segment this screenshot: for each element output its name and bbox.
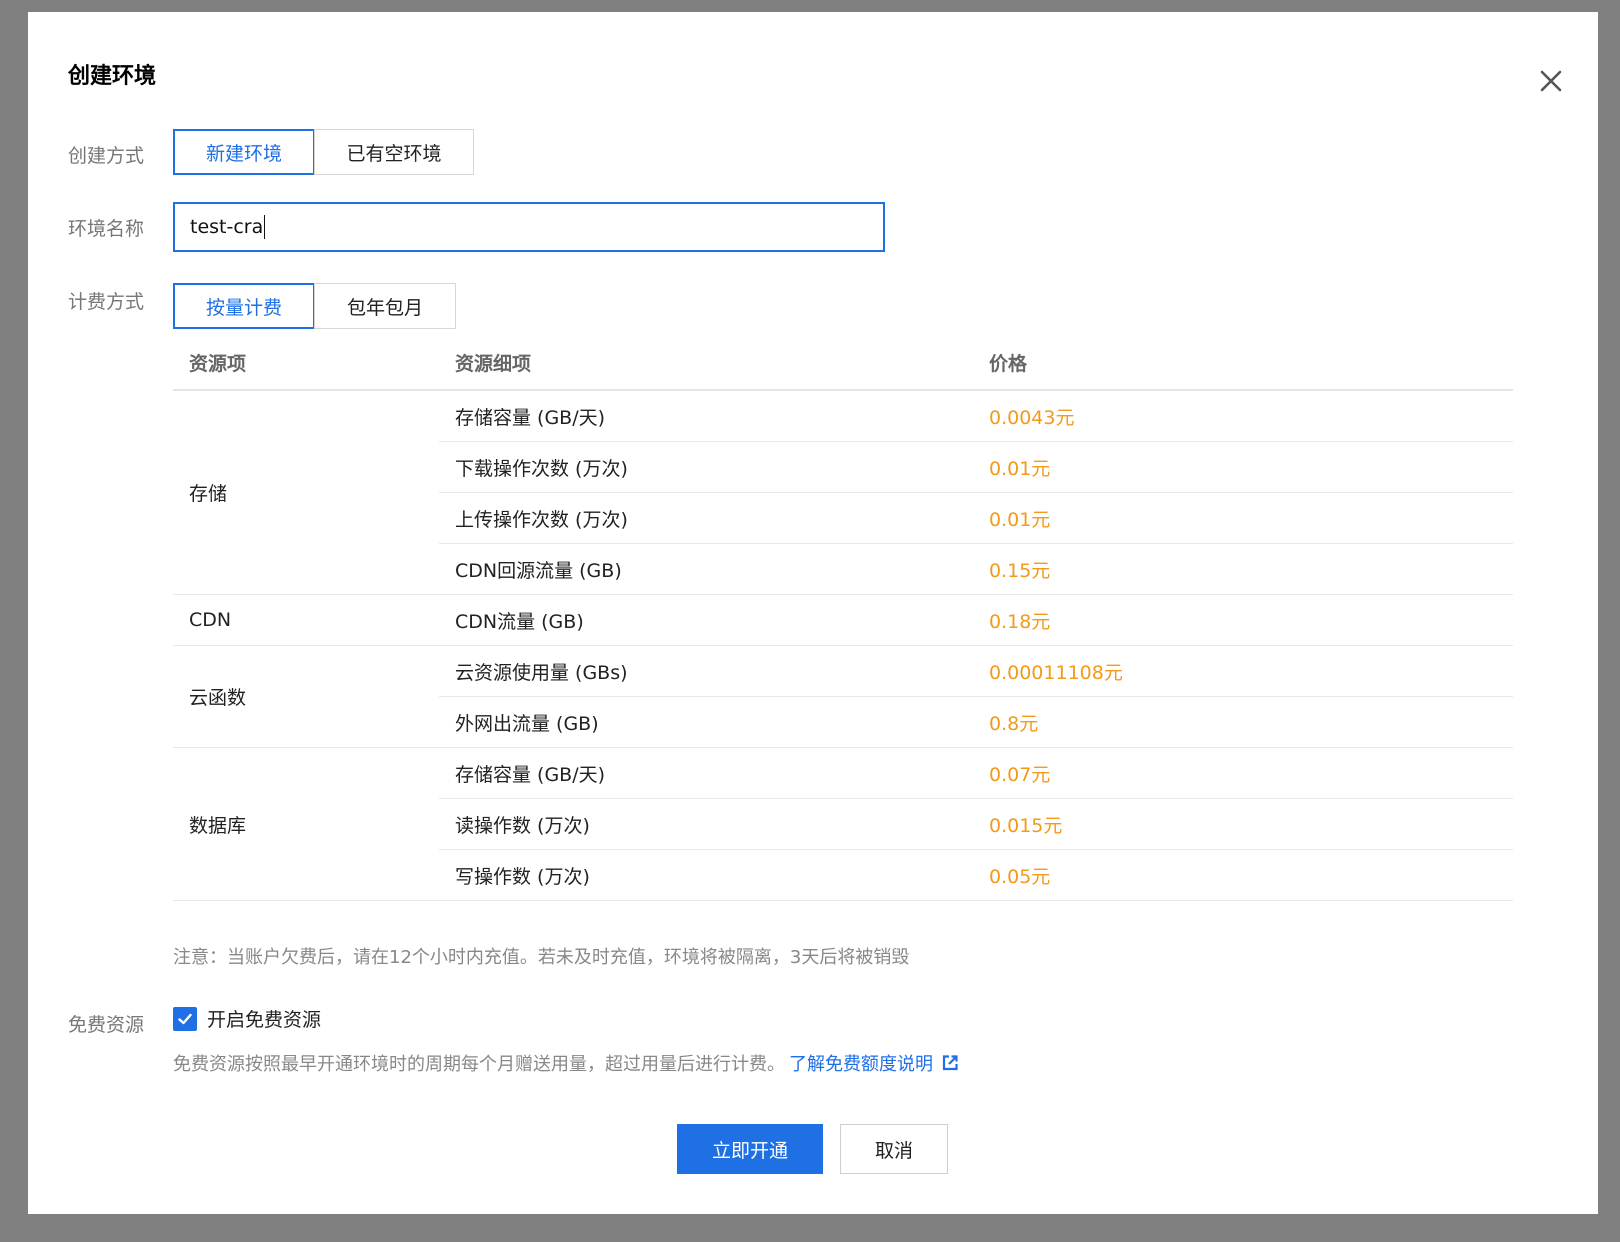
- row-item: 下载操作次数 (万次): [439, 441, 973, 493]
- free-resource-label: 免费资源: [68, 1014, 145, 1036]
- price-table: 资源项 资源细项 价格 存储 存储容量 (GB/天) 0.0043元 下载操作次…: [173, 335, 1513, 901]
- row-item: 外网出流量 (GB): [439, 696, 973, 748]
- row-item: CDN流量 (GB): [439, 594, 973, 646]
- free-resource-checkbox-row[interactable]: 开启免费资源: [173, 1005, 321, 1032]
- billing-segmented: 按量计费 包年包月: [173, 283, 456, 329]
- free-resource-description: 免费资源按照最早开通环境时的周期每个月赠送用量，超过用量后进行计费。: [173, 1054, 785, 1075]
- table-header-row: 资源项 资源细项 价格: [173, 335, 1513, 391]
- group-database: 数据库: [173, 747, 439, 901]
- table-row: 数据库 存储容量 (GB/天) 0.07元: [173, 747, 1513, 901]
- billing-label: 计费方式: [68, 291, 145, 313]
- row-item: 存储容量 (GB/天): [439, 390, 973, 442]
- confirm-open-button[interactable]: 立即开通: [677, 1124, 823, 1174]
- env-name-label: 环境名称: [68, 218, 145, 240]
- row-item: 上传操作次数 (万次): [439, 492, 973, 544]
- row-price: 0.0043元: [973, 390, 1513, 442]
- row-price: 0.00011108元: [973, 645, 1513, 697]
- env-name-input[interactable]: test-cra: [173, 202, 885, 252]
- row-price: 0.07元: [973, 747, 1513, 799]
- option-subscription[interactable]: 包年包月: [314, 283, 456, 329]
- row-price: 0.15元: [973, 543, 1513, 595]
- table-row: CDN CDN流量 (GB) 0.18元: [173, 594, 1513, 646]
- group-storage: 存储: [173, 390, 439, 595]
- header-resource: 资源项: [173, 335, 439, 391]
- close-icon[interactable]: [1538, 68, 1564, 94]
- create-method-label: 创建方式: [68, 145, 145, 167]
- arrears-note: 注意：当账户欠费后，请在12个小时内充值。若未及时充值，环境将被隔离，3天后将被…: [173, 947, 910, 968]
- external-link-icon[interactable]: [941, 1054, 959, 1072]
- row-price: 0.8元: [973, 696, 1513, 748]
- row-price: 0.18元: [973, 594, 1513, 646]
- free-resource-description-row: 免费资源按照最早开通环境时的周期每个月赠送用量，超过用量后进行计费。 了解免费额…: [173, 1050, 959, 1076]
- row-item: 云资源使用量 (GBs): [439, 645, 973, 697]
- option-new-environment[interactable]: 新建环境: [173, 129, 315, 175]
- row-item: 读操作数 (万次): [439, 798, 973, 850]
- row-item: 写操作数 (万次): [439, 849, 973, 901]
- create-method-segmented: 新建环境 已有空环境: [173, 129, 474, 175]
- free-resource-checkbox-label[interactable]: 开启免费资源: [207, 1005, 321, 1032]
- checkbox-checked-icon[interactable]: [173, 1006, 197, 1031]
- env-name-value: test-cra: [190, 216, 264, 238]
- row-price: 0.01元: [973, 492, 1513, 544]
- text-caret: [264, 215, 266, 239]
- table-row: 云函数 云资源使用量 (GBs) 0.00011108元: [173, 645, 1513, 748]
- table-row: 存储 存储容量 (GB/天) 0.0043元: [173, 390, 1513, 595]
- dialog-title: 创建环境: [68, 64, 157, 89]
- free-quota-link[interactable]: 了解免费额度说明: [789, 1050, 933, 1076]
- row-item: CDN回源流量 (GB): [439, 543, 973, 595]
- row-price: 0.01元: [973, 441, 1513, 493]
- option-existing-empty-environment[interactable]: 已有空环境: [314, 129, 474, 175]
- group-cdn: CDN: [173, 594, 439, 646]
- row-item: 存储容量 (GB/天): [439, 747, 973, 799]
- group-cloud-function: 云函数: [173, 645, 439, 748]
- header-price: 价格: [973, 335, 1513, 391]
- row-price: 0.015元: [973, 798, 1513, 850]
- header-resource-detail: 资源细项: [439, 335, 973, 391]
- cancel-button[interactable]: 取消: [840, 1124, 948, 1174]
- create-environment-dialog: 创建环境 创建方式 新建环境 已有空环境 环境名称 test-cra 计费方式 …: [28, 12, 1598, 1214]
- row-price: 0.05元: [973, 849, 1513, 901]
- option-pay-as-you-go[interactable]: 按量计费: [173, 283, 315, 329]
